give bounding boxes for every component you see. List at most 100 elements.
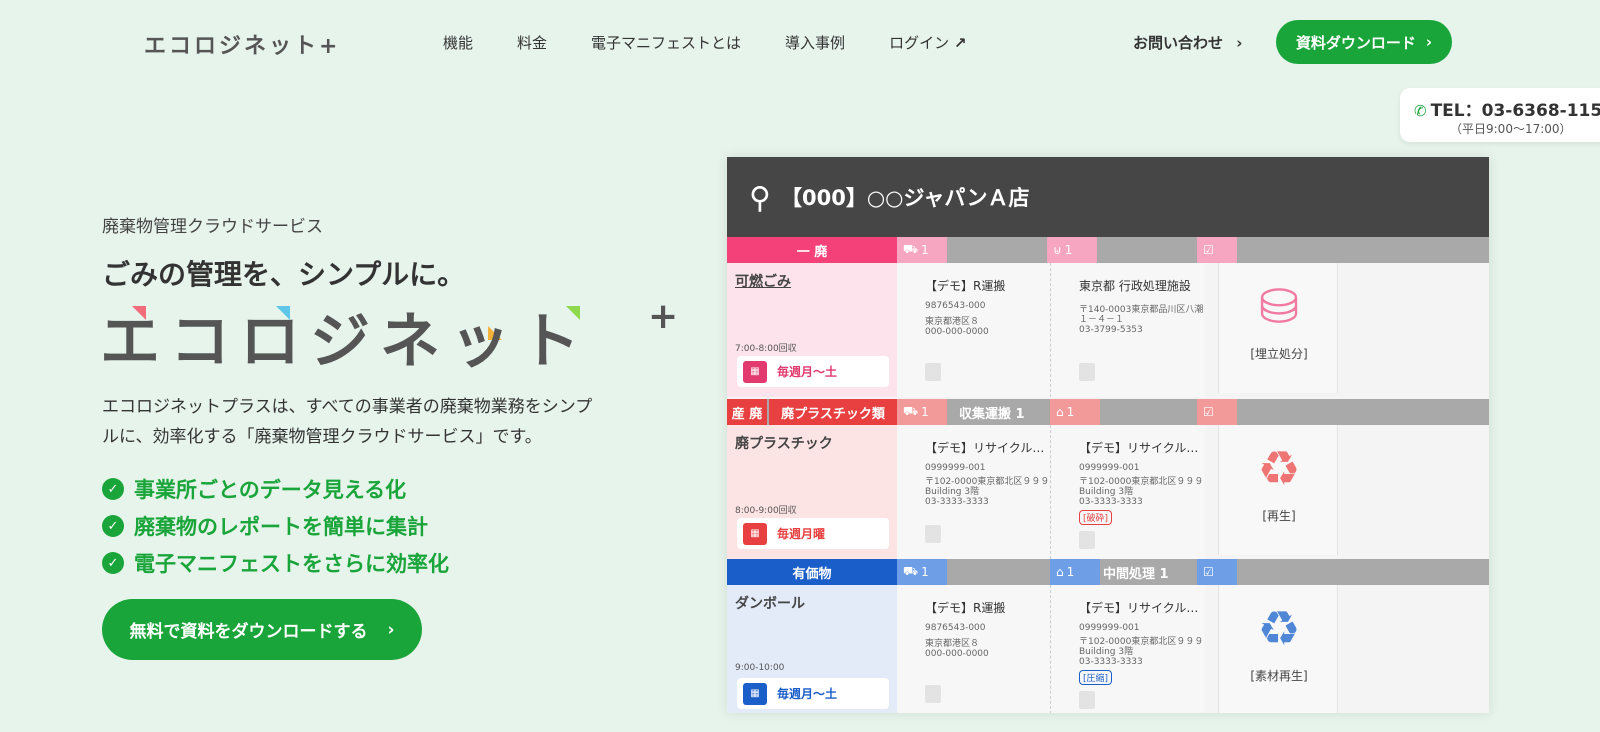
carrier-building: Building 3階	[925, 487, 980, 497]
disposal-label: [再生]	[1262, 509, 1296, 523]
carrier-card: 【デモ】R運搬 9876543-000 東京都港区８ 000-000-0000	[897, 263, 1050, 397]
facility-phone: 03-3333-3333	[1079, 657, 1143, 667]
nav-login-label: ログイン	[889, 34, 950, 52]
facility-count: 1	[1066, 405, 1075, 419]
feature-label: 事業所ごとのデータ見える化	[134, 478, 407, 502]
hero-logo-text: エコロジネット	[100, 307, 590, 377]
waste-info: 廃プラスチック 8:00-9:00回収 ▦ 毎週月曜	[727, 425, 897, 559]
hero-logo: エコロジネット +	[100, 296, 678, 377]
disposal-card: ♻ [再生]	[1218, 425, 1338, 555]
waste-name: 廃プラスチック	[735, 436, 833, 452]
facility-address2: １－４－１	[1079, 315, 1125, 325]
chevron-right-icon: ›	[1425, 33, 1433, 51]
chevron-right-icon: ›	[387, 619, 395, 640]
nav-pricing[interactable]: 料金	[517, 32, 547, 53]
facility-count: 1	[1064, 243, 1073, 257]
truck-icon: ⛟ 1	[897, 559, 947, 585]
contact-label: お問い合わせ	[1133, 34, 1224, 52]
schedule-box: ▦ 毎週月曜	[737, 518, 889, 549]
schedule-label: 毎週月曜	[777, 527, 826, 541]
location-pin-icon: ⚲	[749, 181, 771, 216]
landfill-icon: ⛁	[1258, 279, 1300, 335]
process-tag: [破砕]	[1079, 510, 1113, 525]
carrier-id: 0999999-001	[925, 463, 986, 473]
document-icon	[1079, 531, 1095, 549]
chevron-right-icon: ›	[1236, 34, 1243, 52]
facility-id: 0999999-001	[1079, 623, 1140, 633]
facility-building: Building 3階	[1079, 647, 1134, 657]
feature-item: ✓ 事業所ごとのデータ見える化	[102, 474, 406, 504]
carrier-address: 〒102-0000東京都北区９９９	[925, 477, 1050, 487]
truck-count: 1	[921, 405, 929, 419]
carrier-id: 9876543-000	[925, 623, 986, 633]
app-header: ⚲ 【000】○○ジャパンＡ店	[727, 157, 1489, 237]
truck-count: 1	[921, 565, 929, 579]
download-label: 資料ダウンロード	[1295, 33, 1416, 52]
factory-icon: ⌂ 1	[1050, 559, 1100, 585]
nav-features[interactable]: 機能	[443, 32, 473, 53]
facility-name: 東京都 行政処理施設	[1079, 279, 1191, 293]
carrier-card: 【デモ】リサイクル… 0999999-001 〒102-0000東京都北区９９９…	[897, 425, 1050, 559]
facility-icon: ⊍ 1	[1047, 237, 1097, 263]
check-box-icon: ☑	[1197, 399, 1237, 425]
hero-subtitle: 廃棄物管理クラウドサービス	[102, 217, 323, 237]
calendar-icon: ▦	[743, 522, 767, 545]
waste-section: 一 廃 ⛟ 1 ⊍ 1 ☑ 可燃ごみ 7:00-8:00回収 ▦ 毎週月〜土 【デモ】…	[727, 237, 1489, 397]
check-box-icon: ☑	[1197, 559, 1237, 585]
collection-time: 8:00-9:00回収	[735, 506, 797, 516]
waste-info: 可燃ごみ 7:00-8:00回収 ▦ 毎週月〜土	[727, 263, 897, 397]
subcategory-label: 廃プラスチック類	[769, 399, 897, 425]
carrier-name: 【デモ】R運搬	[925, 601, 1006, 615]
cta-download-button[interactable]: 無料で資料をダウンロードする ›	[102, 599, 422, 660]
nav-emanifest[interactable]: 電子マニフェストとは	[591, 32, 741, 53]
check-box-icon: ☑	[1197, 237, 1237, 263]
carrier-phone: 000-000-0000	[925, 327, 989, 337]
document-icon	[925, 685, 941, 703]
phone-icon: ✆	[1414, 102, 1427, 120]
tel-hours: （平日9:00〜17:00）	[1450, 122, 1572, 136]
truck-count: 1	[921, 243, 929, 257]
facility-phone: 03-3333-3333	[1079, 497, 1143, 507]
facility-name: 【デモ】リサイクル…	[1079, 441, 1199, 455]
tel-box[interactable]: ✆ TEL：03-6368-1154 （平日9:00〜17:00）	[1400, 88, 1600, 142]
check-icon: ✓	[102, 515, 124, 537]
carrier-card: 【デモ】R運搬 9876543-000 東京都港区８ 000-000-0000	[897, 585, 1050, 713]
waste-section: 産 廃 廃プラスチック類 ⛟ 1 収集運搬 1 ⌂ 1 ☑ 廃プラスチック 8:00…	[727, 399, 1489, 559]
collection-time: 9:00-10:00	[735, 663, 785, 673]
facility-name: 【デモ】リサイクル…	[1079, 601, 1199, 615]
facility-address: 〒102-0000東京都北区９９９	[1079, 637, 1204, 647]
carrier-address: 東京都港区８	[925, 317, 980, 327]
feature-label: 電子マニフェストをさらに効率化	[134, 552, 449, 576]
facility-card: 【デモ】リサイクル… 0999999-001 〒102-0000東京都北区９９９…	[1050, 585, 1205, 713]
schedule-label: 毎週月〜土	[777, 687, 838, 701]
truck-icon: ⛟ 1	[897, 399, 947, 425]
category-label: 一 廃	[727, 237, 897, 263]
hero-description: エコロジネットプラスは、すべての事業者の廃棄物業務をシンプルに、効率化する「廃棄…	[102, 397, 593, 447]
carrier-name: 【デモ】R運搬	[925, 279, 1006, 293]
disposal-card: ⛁ [埋立処分]	[1218, 263, 1338, 393]
check-icon: ✓	[102, 552, 124, 574]
disposal-label: [埋立処分]	[1250, 347, 1308, 361]
carrier-step-label: 収集運搬 1	[959, 407, 1025, 422]
download-button[interactable]: 資料ダウンロード ›	[1276, 20, 1452, 64]
tel-text: TEL：03-6368-1154	[1430, 101, 1600, 121]
waste-section: 有価物 ⛟ 1 ⌂ 1 中間処理 1 ☑ ダンボール 9:00-10:00 ▦ 毎週月…	[727, 559, 1489, 713]
feature-item: ✓ 廃棄物のレポートを簡単に集計	[102, 511, 428, 541]
calendar-icon: ▦	[743, 360, 767, 383]
process-step-label: 中間処理 1	[1103, 567, 1169, 582]
contact-link[interactable]: お問い合わせ ›	[1133, 32, 1242, 53]
calendar-icon: ▦	[743, 682, 767, 705]
facility-count: 1	[1066, 565, 1075, 579]
nav-login[interactable]: ログイン ↗	[889, 32, 966, 53]
disposal-card: ♻ [素材再生]	[1218, 585, 1338, 713]
document-icon	[925, 363, 941, 381]
app-screenshot: ⚲ 【000】○○ジャパンＡ店 一 廃 ⛟ 1 ⊍ 1 ☑ 可燃ごみ 7:00-8:…	[727, 157, 1489, 713]
schedule-label: 毎週月〜土	[777, 365, 838, 379]
external-arrow-icon: ↗	[953, 34, 967, 52]
carrier-phone: 03-3333-3333	[925, 497, 989, 507]
waste-name[interactable]: 可燃ごみ	[735, 271, 791, 291]
header-logo[interactable]: エコロジネット+	[144, 28, 340, 60]
nav-cases[interactable]: 導入事例	[785, 32, 845, 53]
cta-label: 無料で資料をダウンロードする	[129, 622, 368, 642]
recycle-icon: ♻	[1257, 441, 1301, 497]
